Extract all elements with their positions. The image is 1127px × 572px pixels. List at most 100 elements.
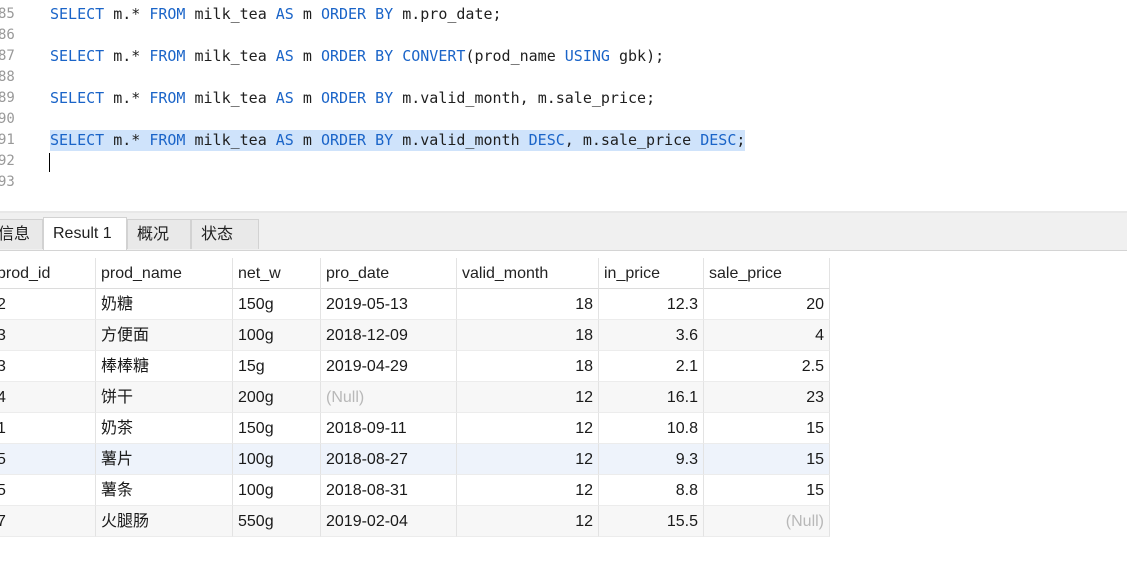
cell-prod_id[interactable]: 7 xyxy=(0,506,96,537)
cell-in_price[interactable]: 2.1 xyxy=(599,351,704,382)
cell-valid_month[interactable]: 12 xyxy=(457,382,599,413)
column-header-sale_price[interactable]: sale_price xyxy=(704,258,830,289)
cell-pro_date[interactable]: 2018-09-11 xyxy=(321,413,457,444)
cell-pro_date[interactable]: 2019-05-13 xyxy=(321,289,457,320)
result-tab-bar: 信息 Result 1 概况 状态 xyxy=(0,213,1127,251)
cell-prod_id[interactable]: 5 xyxy=(0,444,96,475)
cell-prod_name[interactable]: 饼干 xyxy=(96,382,233,413)
line-number: 92 xyxy=(0,153,15,169)
cell-valid_month[interactable]: 18 xyxy=(457,351,599,382)
cell-prod_id[interactable]: 2 xyxy=(0,289,96,320)
cell-prod_name[interactable]: 棒棒糖 xyxy=(96,351,233,382)
cell-net_w[interactable]: 150g xyxy=(233,413,321,444)
line-number: 89 xyxy=(0,90,15,106)
cell-prod_id[interactable]: 3 xyxy=(0,351,96,382)
line-number: 91 xyxy=(0,132,15,148)
column-header-in_price[interactable]: in_price xyxy=(599,258,704,289)
cell-sale_price[interactable]: 4 xyxy=(704,320,830,351)
line-number: 85 xyxy=(0,6,15,22)
cell-net_w[interactable]: 100g xyxy=(233,475,321,506)
tab-profile[interactable]: 概况 xyxy=(127,219,191,249)
cell-sale_price[interactable]: 2.5 xyxy=(704,351,830,382)
cell-sale_price[interactable]: (Null) xyxy=(704,506,830,537)
editor-line[interactable]: 92 xyxy=(0,151,1127,172)
column-header-pro_date[interactable]: pro_date xyxy=(321,258,457,289)
table-row[interactable]: 2奶糖150g2019-05-131812.320 xyxy=(0,289,830,320)
cell-in_price[interactable]: 8.8 xyxy=(599,475,704,506)
editor-line[interactable]: 87 SELECT m.* FROM milk_tea AS m ORDER BY… xyxy=(0,46,1127,67)
line-number: 86 xyxy=(0,27,15,43)
cell-sale_price[interactable]: 20 xyxy=(704,289,830,320)
text-caret xyxy=(49,153,50,172)
cell-in_price[interactable]: 3.6 xyxy=(599,320,704,351)
table-row[interactable]: 5薯条100g2018-08-31128.815 xyxy=(0,475,830,506)
cell-pro_date[interactable]: 2019-04-29 xyxy=(321,351,457,382)
table-row[interactable]: 1奶茶150g2018-09-111210.815 xyxy=(0,413,830,444)
line-number: 90 xyxy=(0,111,15,127)
line-number: 88 xyxy=(0,69,15,85)
cell-prod_name[interactable]: 奶糖 xyxy=(96,289,233,320)
cell-sale_price[interactable]: 15 xyxy=(704,475,830,506)
table-row[interactable]: 3方便面100g2018-12-09183.64 xyxy=(0,320,830,351)
cell-pro_date[interactable]: 2018-08-31 xyxy=(321,475,457,506)
cell-net_w[interactable]: 100g xyxy=(233,320,321,351)
sql-editor[interactable]: 85 SELECT m.* FROM milk_tea AS m ORDER BY… xyxy=(0,0,1127,212)
cell-pro_date[interactable]: 2019-02-04 xyxy=(321,506,457,537)
cell-net_w[interactable]: 550g xyxy=(233,506,321,537)
column-header-valid_month[interactable]: valid_month xyxy=(457,258,599,289)
cell-valid_month[interactable]: 12 xyxy=(457,475,599,506)
editor-line[interactable]: 90 xyxy=(0,109,1127,130)
cell-valid_month[interactable]: 18 xyxy=(457,289,599,320)
cell-net_w[interactable]: 100g xyxy=(233,444,321,475)
editor-line[interactable]: 86 xyxy=(0,25,1127,46)
cell-in_price[interactable]: 12.3 xyxy=(599,289,704,320)
editor-line[interactable]: 89 SELECT m.* FROM milk_tea AS m ORDER BY… xyxy=(0,88,1127,109)
editor-line[interactable]: 88 xyxy=(0,67,1127,88)
sql-statement[interactable]: SELECT m.* FROM milk_tea AS m ORDER BY m… xyxy=(50,4,502,25)
tab-status[interactable]: 状态 xyxy=(191,219,259,249)
table-row[interactable]: 3棒棒糖15g2019-04-29182.12.5 xyxy=(0,351,830,382)
cell-prod_id[interactable]: 3 xyxy=(0,320,96,351)
cell-sale_price[interactable]: 15 xyxy=(704,413,830,444)
table-row[interactable]: 4饼干200g(Null)1216.123 xyxy=(0,382,830,413)
cell-prod_name[interactable]: 方便面 xyxy=(96,320,233,351)
editor-line[interactable]: 93 xyxy=(0,172,1127,193)
cell-net_w[interactable]: 200g xyxy=(233,382,321,413)
cell-pro_date[interactable]: (Null) xyxy=(321,382,457,413)
tab-info[interactable]: 信息 xyxy=(0,219,43,249)
cell-valid_month[interactable]: 12 xyxy=(457,444,599,475)
editor-line[interactable]: 91 SELECT m.* FROM milk_tea AS m ORDER BY… xyxy=(0,130,1127,151)
cell-sale_price[interactable]: 23 xyxy=(704,382,830,413)
cell-pro_date[interactable]: 2018-12-09 xyxy=(321,320,457,351)
cell-valid_month[interactable]: 12 xyxy=(457,506,599,537)
sql-statement[interactable]: SELECT m.* FROM milk_tea AS m ORDER BY m… xyxy=(50,130,746,151)
editor-line[interactable]: 85 SELECT m.* FROM milk_tea AS m ORDER BY… xyxy=(0,4,1127,25)
column-header-prod_id[interactable]: prod_id xyxy=(0,258,96,289)
column-header-net_w[interactable]: net_w xyxy=(233,258,321,289)
cell-valid_month[interactable]: 18 xyxy=(457,320,599,351)
cell-valid_month[interactable]: 12 xyxy=(457,413,599,444)
cell-prod_id[interactable]: 5 xyxy=(0,475,96,506)
cell-sale_price[interactable]: 15 xyxy=(704,444,830,475)
cell-prod_id[interactable]: 1 xyxy=(0,413,96,444)
tab-result-1[interactable]: Result 1 xyxy=(43,217,127,250)
cell-pro_date[interactable]: 2018-08-27 xyxy=(321,444,457,475)
cell-net_w[interactable]: 150g xyxy=(233,289,321,320)
sql-statement[interactable]: SELECT m.* FROM milk_tea AS m ORDER BY m… xyxy=(50,88,655,109)
grid-header-row: prod_id prod_name net_w pro_date valid_month… xyxy=(0,258,830,289)
table-row[interactable]: 5薯片100g2018-08-27129.315 xyxy=(0,444,830,475)
cell-prod_name[interactable]: 薯条 xyxy=(96,475,233,506)
cell-net_w[interactable]: 15g xyxy=(233,351,321,382)
cell-prod_name[interactable]: 薯片 xyxy=(96,444,233,475)
cell-in_price[interactable]: 16.1 xyxy=(599,382,704,413)
table-row[interactable]: 7火腿肠550g2019-02-041215.5(Null) xyxy=(0,506,830,537)
column-header-prod_name[interactable]: prod_name xyxy=(96,258,233,289)
cell-prod_name[interactable]: 奶茶 xyxy=(96,413,233,444)
cell-in_price[interactable]: 9.3 xyxy=(599,444,704,475)
cell-in_price[interactable]: 15.5 xyxy=(599,506,704,537)
cell-prod_name[interactable]: 火腿肠 xyxy=(96,506,233,537)
sql-statement[interactable]: SELECT m.* FROM milk_tea AS m ORDER BY C… xyxy=(50,46,664,67)
cell-prod_id[interactable]: 4 xyxy=(0,382,96,413)
line-number: 87 xyxy=(0,48,15,64)
cell-in_price[interactable]: 10.8 xyxy=(599,413,704,444)
